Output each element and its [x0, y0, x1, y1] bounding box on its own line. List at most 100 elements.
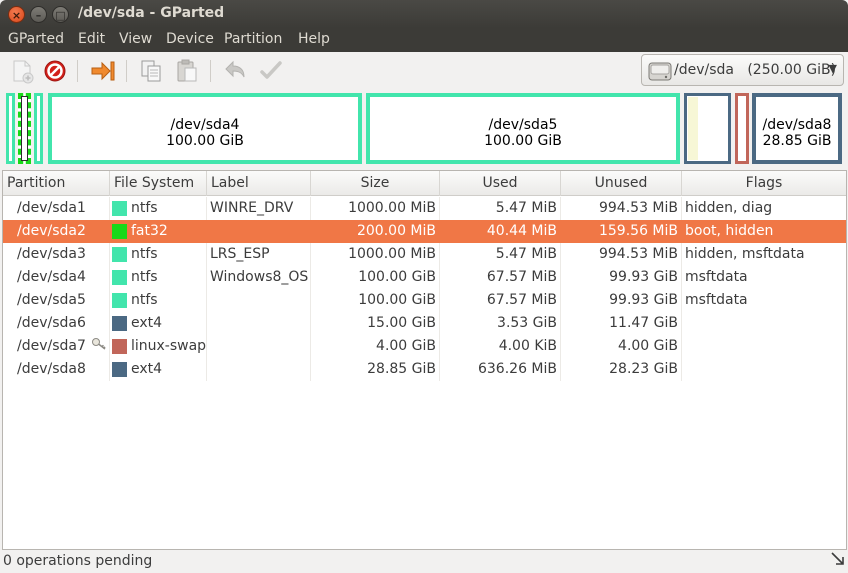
- menu-bar: GParted Edit View Device Partition Help: [0, 28, 848, 52]
- delete-icon: [44, 60, 66, 82]
- resize-grip-icon[interactable]: [831, 552, 845, 570]
- table-row[interactable]: /dev/sda1 ntfs WINRE_DRV 1000.00 MiB 5.47 Mi…: [3, 197, 846, 220]
- cell-flags: hidden, msftdata: [685, 246, 805, 262]
- partition-block-sda7[interactable]: [735, 93, 749, 164]
- resize-move-icon: [91, 61, 115, 81]
- partition-size: 28.85 GiB: [762, 133, 832, 149]
- paste-icon: [177, 59, 197, 82]
- undo-button[interactable]: [222, 58, 248, 84]
- toolbar-separator: [210, 60, 211, 82]
- hard-disk-icon: [648, 59, 672, 87]
- column-header-file-system[interactable]: File System: [110, 171, 207, 196]
- cell-flags: [685, 335, 845, 358]
- filesystem-color-swatch: [112, 270, 127, 285]
- cell-unused: 99.93 GiB: [609, 269, 678, 285]
- cell-label: [210, 335, 310, 358]
- cell-separator: [109, 289, 110, 312]
- apply-button[interactable]: [258, 58, 284, 84]
- cell-size: 200.00 MiB: [356, 223, 436, 239]
- column-header-label[interactable]: Label: [207, 171, 311, 196]
- cell-partition: /dev/sda3: [17, 246, 86, 262]
- partition-size: 100.00 GiB: [484, 133, 562, 149]
- cell-used: 67.57 MiB: [486, 269, 557, 285]
- table-row[interactable]: /dev/sda2 fat32 200.00 MiB 40.44 MiB 159.56 …: [3, 220, 846, 243]
- table-row[interactable]: /dev/sda3 ntfs LRS_ESP 1000.00 MiB 5.47 MiB 9…: [3, 243, 846, 266]
- menu-view[interactable]: View: [119, 31, 152, 47]
- cell-separator: [681, 243, 682, 266]
- table-row[interactable]: /dev/sda5 ntfs 100.00 GiB 67.57 MiB 99.93 Gi…: [3, 289, 846, 312]
- partition-block-sda5[interactable]: /dev/sda5 100.00 GiB: [366, 93, 680, 164]
- menu-edit[interactable]: Edit: [78, 31, 105, 47]
- device-label: /dev/sda (250.00 GiB): [674, 62, 837, 78]
- new-partition-button[interactable]: [9, 58, 35, 84]
- partition-name: /dev/sda5: [488, 117, 558, 133]
- table-row[interactable]: /dev/sda4 ntfs Windows8_OS 100.00 GiB 67.57 …: [3, 266, 846, 289]
- maximize-window-button[interactable]: □: [52, 6, 69, 23]
- column-header-flags[interactable]: Flags: [682, 171, 846, 196]
- column-header-unused[interactable]: Unused: [561, 171, 682, 196]
- status-text: 0 operations pending: [3, 553, 153, 569]
- filesystem-color-swatch: [112, 247, 127, 262]
- menu-device[interactable]: Device: [166, 31, 214, 47]
- cell-unused: 4.00 GiB: [618, 338, 678, 354]
- cell-fs: ntfs: [131, 269, 158, 285]
- cell-label: LRS_ESP: [210, 246, 270, 262]
- cell-unused: 11.47 GiB: [609, 315, 678, 331]
- column-header-used[interactable]: Used: [440, 171, 561, 196]
- cell-used: 636.26 MiB: [477, 361, 557, 377]
- partition-block-sda3[interactable]: [34, 93, 43, 164]
- paste-button[interactable]: [174, 58, 200, 84]
- cell-partition: /dev/sda4: [17, 269, 86, 285]
- partition-block-sda8[interactable]: /dev/sda8 28.85 GiB: [752, 93, 842, 164]
- partition-name: /dev/sda4: [170, 117, 240, 133]
- cell-separator: [681, 312, 682, 335]
- cell-size: 4.00 GiB: [376, 338, 436, 354]
- cell-used: 5.47 MiB: [495, 246, 557, 262]
- partition-block-sda6[interactable]: [684, 93, 731, 164]
- table-row[interactable]: /dev/sda7 linux-swap 4.00 GiB 4.00 KiB 4.00 …: [3, 335, 846, 358]
- copy-button[interactable]: [138, 58, 164, 84]
- cell-separator: [681, 197, 682, 220]
- cell-fs: ext4: [131, 361, 163, 377]
- cell-partition: /dev/sda2: [17, 223, 86, 239]
- filesystem-color-swatch: [112, 362, 127, 377]
- minimize-window-button[interactable]: –: [30, 6, 47, 23]
- cell-unused: 994.53 MiB: [598, 200, 678, 216]
- cell-unused: 28.23 GiB: [609, 361, 678, 377]
- cell-size: 100.00 GiB: [358, 292, 436, 308]
- menu-help[interactable]: Help: [298, 31, 330, 47]
- column-header-size[interactable]: Size: [311, 171, 440, 196]
- cell-fs: ext4: [131, 315, 163, 331]
- cell-unused: 159.56 MiB: [598, 223, 678, 239]
- table-header: Partition File System Label Size Used Un…: [3, 171, 846, 196]
- cell-separator: [109, 335, 110, 358]
- status-bar: 0 operations pending: [0, 551, 848, 573]
- partition-name: /dev/sda8: [762, 117, 832, 133]
- close-window-button[interactable]: ×: [8, 6, 25, 23]
- partition-block-sda1[interactable]: [6, 93, 15, 164]
- cell-unused: 99.93 GiB: [609, 292, 678, 308]
- window-title: /dev/sda - GParted: [78, 5, 225, 21]
- partition-block-sda4[interactable]: /dev/sda4 100.00 GiB: [48, 93, 362, 164]
- partition-table: Partition File System Label Size Used Un…: [2, 170, 847, 550]
- cell-fs: fat32: [131, 223, 168, 239]
- table-row[interactable]: /dev/sda8 ext4 28.85 GiB 636.26 MiB 28.23 Gi…: [3, 358, 846, 381]
- cell-separator: [681, 289, 682, 312]
- cell-flags: [685, 312, 845, 335]
- cell-label: [210, 289, 310, 312]
- delete-partition-button[interactable]: [42, 58, 68, 84]
- table-row[interactable]: /dev/sda6 ext4 15.00 GiB 3.53 GiB 11.47 GiB: [3, 312, 846, 335]
- cell-fs: ntfs: [131, 246, 158, 262]
- column-header-partition[interactable]: Partition: [3, 171, 110, 196]
- cell-separator: [109, 197, 110, 220]
- cell-used: 67.57 MiB: [486, 292, 557, 308]
- menu-partition[interactable]: Partition: [224, 31, 282, 47]
- partition-block-sda2[interactable]: [18, 93, 31, 164]
- partition-size: 100.00 GiB: [166, 133, 244, 149]
- menu-gparted[interactable]: GParted: [8, 31, 64, 47]
- resize-move-button[interactable]: [90, 58, 116, 84]
- cell-size: 1000.00 MiB: [348, 200, 436, 216]
- device-selector[interactable]: /dev/sda (250.00 GiB) ▼: [641, 54, 844, 86]
- cell-flags: [685, 358, 845, 381]
- cell-separator: [681, 335, 682, 358]
